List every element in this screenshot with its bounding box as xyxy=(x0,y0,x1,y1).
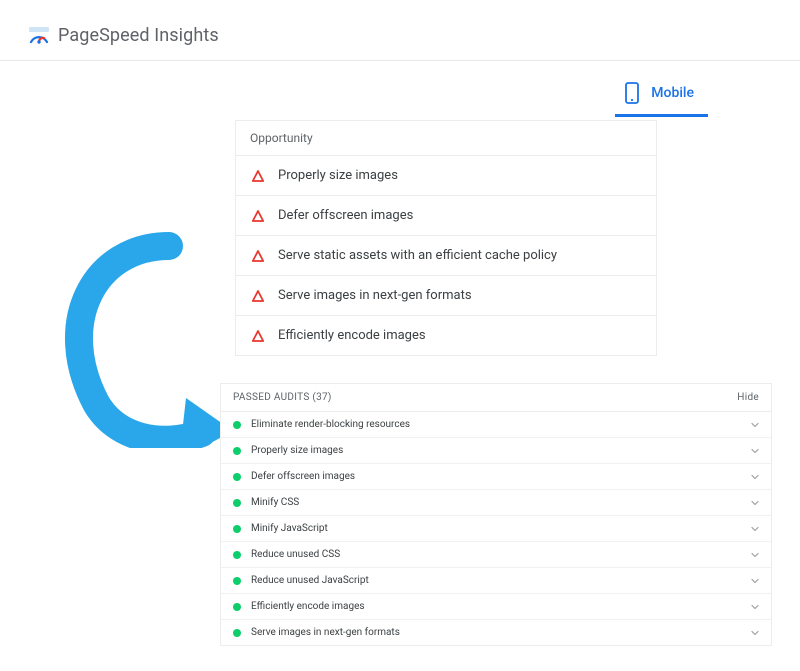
passed-audit-row[interactable]: Eliminate render-blocking resources xyxy=(221,412,771,438)
tab-mobile[interactable]: Mobile xyxy=(615,72,708,117)
warning-triangle-icon xyxy=(252,330,264,342)
pass-dot-icon xyxy=(233,629,241,637)
chevron-down-icon xyxy=(751,629,759,637)
device-tabs: Mobile xyxy=(615,72,708,117)
opportunity-row[interactable]: Serve static assets with an efficient ca… xyxy=(236,236,656,276)
chevron-down-icon xyxy=(751,421,759,429)
pass-dot-icon xyxy=(233,603,241,611)
passed-audit-label: Properly size images xyxy=(251,445,741,456)
chevron-down-icon xyxy=(751,551,759,559)
pass-dot-icon xyxy=(233,499,241,507)
pass-dot-icon xyxy=(233,525,241,533)
passed-audit-label: Defer offscreen images xyxy=(251,471,741,482)
opportunity-panel: Opportunity Properly size images Defer of… xyxy=(235,120,657,356)
app-header: PageSpeed Insights xyxy=(0,0,800,61)
passed-audit-label: Serve images in next-gen formats xyxy=(251,627,741,638)
warning-triangle-icon xyxy=(252,290,264,302)
passed-audit-row[interactable]: Minify JavaScript xyxy=(221,516,771,542)
passed-audit-label: Eliminate render-blocking resources xyxy=(251,419,741,430)
passed-audits-title: PASSED AUDITS xyxy=(233,392,310,403)
opportunity-label: Efficiently encode images xyxy=(278,328,426,343)
passed-audits-header[interactable]: PASSED AUDITS (37) Hide xyxy=(221,384,771,412)
chevron-down-icon xyxy=(751,525,759,533)
passed-audits-panel: PASSED AUDITS (37) Hide Eliminate render… xyxy=(220,383,772,646)
passed-audits-count: (37) xyxy=(312,392,331,403)
pass-dot-icon xyxy=(233,577,241,585)
passed-audit-row[interactable]: Efficiently encode images xyxy=(221,594,771,620)
pass-dot-icon xyxy=(233,421,241,429)
passed-audit-label: Reduce unused JavaScript xyxy=(251,575,741,586)
opportunity-row[interactable]: Efficiently encode images xyxy=(236,316,656,355)
mobile-icon xyxy=(625,82,641,104)
pagespeed-logo-icon xyxy=(28,24,50,46)
tab-mobile-label: Mobile xyxy=(651,85,694,101)
opportunity-label: Defer offscreen images xyxy=(278,208,413,223)
chevron-down-icon xyxy=(751,499,759,507)
opportunity-list: Properly size images Defer offscreen imag… xyxy=(236,156,656,355)
opportunity-row[interactable]: Serve images in next-gen formats xyxy=(236,276,656,316)
opportunity-row[interactable]: Properly size images xyxy=(236,156,656,196)
chevron-down-icon xyxy=(751,603,759,611)
warning-triangle-icon xyxy=(252,210,264,222)
chevron-down-icon xyxy=(751,577,759,585)
pass-dot-icon xyxy=(233,447,241,455)
passed-audit-row[interactable]: Properly size images xyxy=(221,438,771,464)
chevron-down-icon xyxy=(751,447,759,455)
page-title: PageSpeed Insights xyxy=(58,25,219,46)
passed-audits-list: Eliminate render-blocking resources Prope… xyxy=(221,412,771,645)
passed-audit-row[interactable]: Minify CSS xyxy=(221,490,771,516)
hide-button[interactable]: Hide xyxy=(737,392,759,403)
passed-audit-row[interactable]: Reduce unused JavaScript xyxy=(221,568,771,594)
pass-dot-icon xyxy=(233,473,241,481)
pass-dot-icon xyxy=(233,551,241,559)
warning-triangle-icon xyxy=(252,170,264,182)
curved-arrow-icon xyxy=(36,228,236,448)
passed-audit-label: Minify CSS xyxy=(251,497,741,508)
passed-audit-row[interactable]: Serve images in next-gen formats xyxy=(221,620,771,645)
passed-audit-row[interactable]: Reduce unused CSS xyxy=(221,542,771,568)
opportunity-label: Properly size images xyxy=(278,168,398,183)
passed-audit-row[interactable]: Defer offscreen images xyxy=(221,464,771,490)
opportunity-row[interactable]: Defer offscreen images xyxy=(236,196,656,236)
chevron-down-icon xyxy=(751,473,759,481)
opportunity-label: Serve static assets with an efficient ca… xyxy=(278,248,557,263)
passed-audit-label: Minify JavaScript xyxy=(251,523,741,534)
warning-triangle-icon xyxy=(252,250,264,262)
passed-audit-label: Efficiently encode images xyxy=(251,601,741,612)
passed-audit-label: Reduce unused CSS xyxy=(251,549,741,560)
opportunity-label: Serve images in next-gen formats xyxy=(278,288,472,303)
opportunity-header: Opportunity xyxy=(236,121,656,156)
